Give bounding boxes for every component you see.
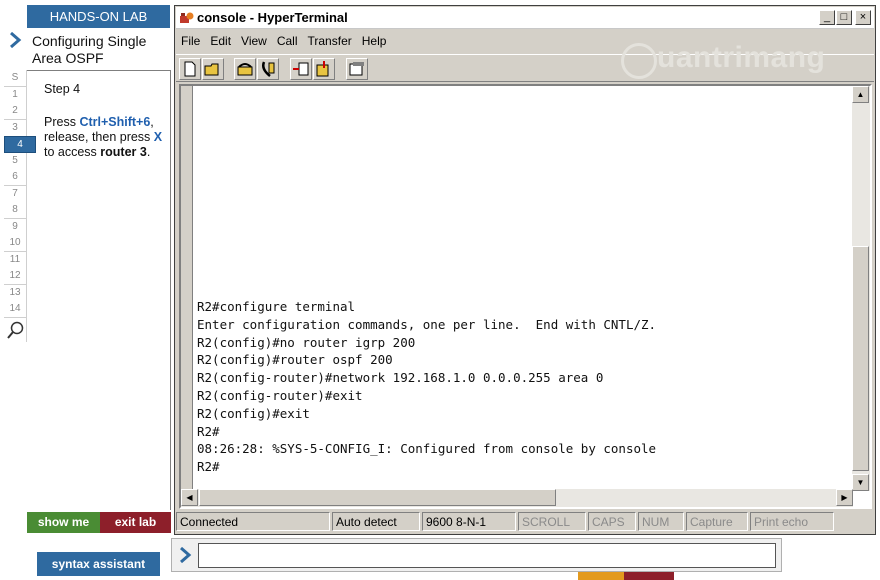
instr-text: to access: [44, 145, 101, 159]
status-capture: Capture: [686, 512, 748, 531]
instr-router: router 3: [100, 145, 147, 159]
step-instructions: Press Ctrl+Shift+6, release, then press …: [44, 115, 168, 160]
terminal-line: R2(config)#router ospf 200: [197, 352, 393, 368]
menu-help[interactable]: Help: [357, 34, 392, 48]
status-bar: Connected Auto detect 9600 8-N-1 SCROLL …: [176, 511, 874, 533]
scroll-down-arrow-icon[interactable]: ▼: [852, 474, 869, 491]
horizontal-scrollbar[interactable]: ◀ ▶: [181, 489, 853, 507]
receive-button[interactable]: [313, 58, 335, 80]
menu-transfer[interactable]: Transfer: [303, 34, 357, 48]
lab-actions: show me exit lab: [27, 512, 171, 533]
title-bar[interactable]: console - HyperTerminal _ □ ×: [176, 7, 874, 29]
close-button[interactable]: ×: [855, 10, 871, 25]
vertical-scrollbar[interactable]: ▲ ▼: [852, 86, 870, 491]
open-folder-icon: [204, 63, 219, 76]
lab-title: Configuring Single Area OSPF: [32, 33, 147, 66]
terminal-line: Enter configuration commands, one per li…: [197, 316, 657, 332]
hidden-toolbar-peek: [578, 572, 674, 580]
phone-icon: [237, 63, 253, 76]
command-input[interactable]: [198, 543, 776, 568]
terminal-line: 08:26:28: %SYS-5-CONFIG_I: Configured fr…: [197, 441, 657, 457]
menu-edit[interactable]: Edit: [205, 34, 236, 48]
status-detect: Auto detect: [332, 512, 420, 531]
chevron-right-icon: [180, 547, 192, 563]
terminal-line: R2#: [197, 423, 220, 439]
step-tab-6[interactable]: 6: [4, 169, 27, 186]
step-tab-10[interactable]: 10: [4, 235, 27, 252]
horizontal-scroll-thumb[interactable]: [199, 489, 556, 506]
step-tab-1[interactable]: 1: [4, 86, 27, 104]
properties-button[interactable]: [346, 58, 368, 80]
receive-file-icon: [316, 61, 329, 77]
menu-file[interactable]: File: [176, 34, 205, 48]
new-file-icon: [184, 61, 196, 77]
step-tab-3[interactable]: 3: [4, 119, 27, 137]
status-baud: 9600 8-N-1: [422, 512, 516, 531]
open-button[interactable]: [202, 58, 224, 80]
magnifier-icon: [7, 321, 24, 339]
maximize-button[interactable]: □: [836, 10, 852, 25]
magnifier-button[interactable]: [4, 318, 27, 342]
scroll-right-arrow-icon[interactable]: ▶: [836, 489, 853, 506]
step-tab-12[interactable]: 12: [4, 268, 27, 285]
command-bar: [171, 538, 782, 572]
terminal-line: R2(config-router)#network 192.168.1.0 0.…: [197, 370, 604, 386]
instr-keys: Ctrl+Shift+6: [79, 115, 151, 129]
watermark: uantrimang: [657, 41, 826, 74]
call-button[interactable]: [234, 58, 256, 80]
hyperterminal-icon: [180, 12, 194, 23]
terminal-left-gutter: [181, 86, 193, 491]
instr-text: Press: [44, 115, 80, 129]
terminal-line: R2(config)#no router igrp 200: [197, 334, 416, 350]
scroll-up-arrow-icon[interactable]: ▲: [852, 86, 869, 103]
exit-lab-button[interactable]: exit lab: [100, 512, 171, 533]
screen: HANDS-ON LAB Configuring Single Area OSP…: [0, 0, 880, 580]
step-tab-5[interactable]: 5: [4, 152, 27, 170]
send-button[interactable]: [290, 58, 312, 80]
status-num: NUM: [638, 512, 684, 531]
hyperterminal-window: console - HyperTerminal _ □ × File Edit Vi…: [174, 5, 876, 535]
disconnect-button[interactable]: [257, 58, 279, 80]
syntax-assistant-button[interactable]: syntax assistant: [37, 552, 160, 576]
status-print-echo: Print echo: [750, 512, 834, 531]
step-tab-4[interactable]: 4: [4, 136, 36, 153]
step-tab-9[interactable]: 9: [4, 218, 27, 236]
properties-icon: [349, 62, 364, 76]
step-label: Step 4: [44, 82, 81, 96]
lab-header: HANDS-ON LAB: [27, 5, 170, 28]
step-tab-7[interactable]: 7: [4, 185, 27, 203]
instr-text: .: [146, 145, 151, 159]
window-title: console - HyperTerminal: [197, 10, 348, 25]
show-me-button[interactable]: show me: [27, 512, 100, 533]
terminal-line: R2(config)#exit: [197, 405, 310, 421]
watermark-logo-icon: [621, 43, 657, 79]
step-content: Step 4 Press Ctrl+Shift+6, release, then…: [44, 82, 168, 160]
step-tab-13[interactable]: 13: [4, 284, 27, 302]
step-tab-8[interactable]: 8: [4, 202, 27, 219]
menu-call[interactable]: Call: [272, 34, 303, 48]
status-caps: CAPS: [588, 512, 636, 531]
vertical-scroll-thumb[interactable]: [852, 246, 869, 471]
scroll-left-arrow-icon[interactable]: ◀: [181, 489, 198, 506]
step-tab-s[interactable]: S: [4, 70, 27, 87]
step-list: S 1 2 3 4 5 6 7 8 9 10 11 12 13 14: [4, 70, 36, 340]
status-scroll: SCROLL: [518, 512, 586, 531]
instr-key-x: X: [153, 130, 163, 144]
terminal-area[interactable]: R2#configure terminal Enter configuration…: [179, 84, 872, 509]
step-tab-11[interactable]: 11: [4, 251, 27, 269]
step-tab-2[interactable]: 2: [4, 103, 27, 120]
chevron-right-icon: [10, 32, 22, 48]
send-file-icon: [293, 62, 309, 76]
phone-hangup-icon: [262, 61, 275, 77]
new-button[interactable]: [179, 58, 201, 80]
minimize-button[interactable]: _: [819, 10, 835, 25]
status-connected: Connected: [176, 512, 330, 531]
terminal-output: R2#configure terminal Enter configuration…: [197, 298, 847, 476]
terminal-line: R2#: [197, 459, 220, 475]
menu-view[interactable]: View: [236, 34, 272, 48]
step-tab-14[interactable]: 14: [4, 301, 27, 318]
terminal-line: R2#configure terminal: [197, 299, 356, 314]
terminal-line: R2(config-router)#exit: [197, 387, 363, 403]
lab-title-row: Configuring Single Area OSPF: [4, 30, 170, 70]
